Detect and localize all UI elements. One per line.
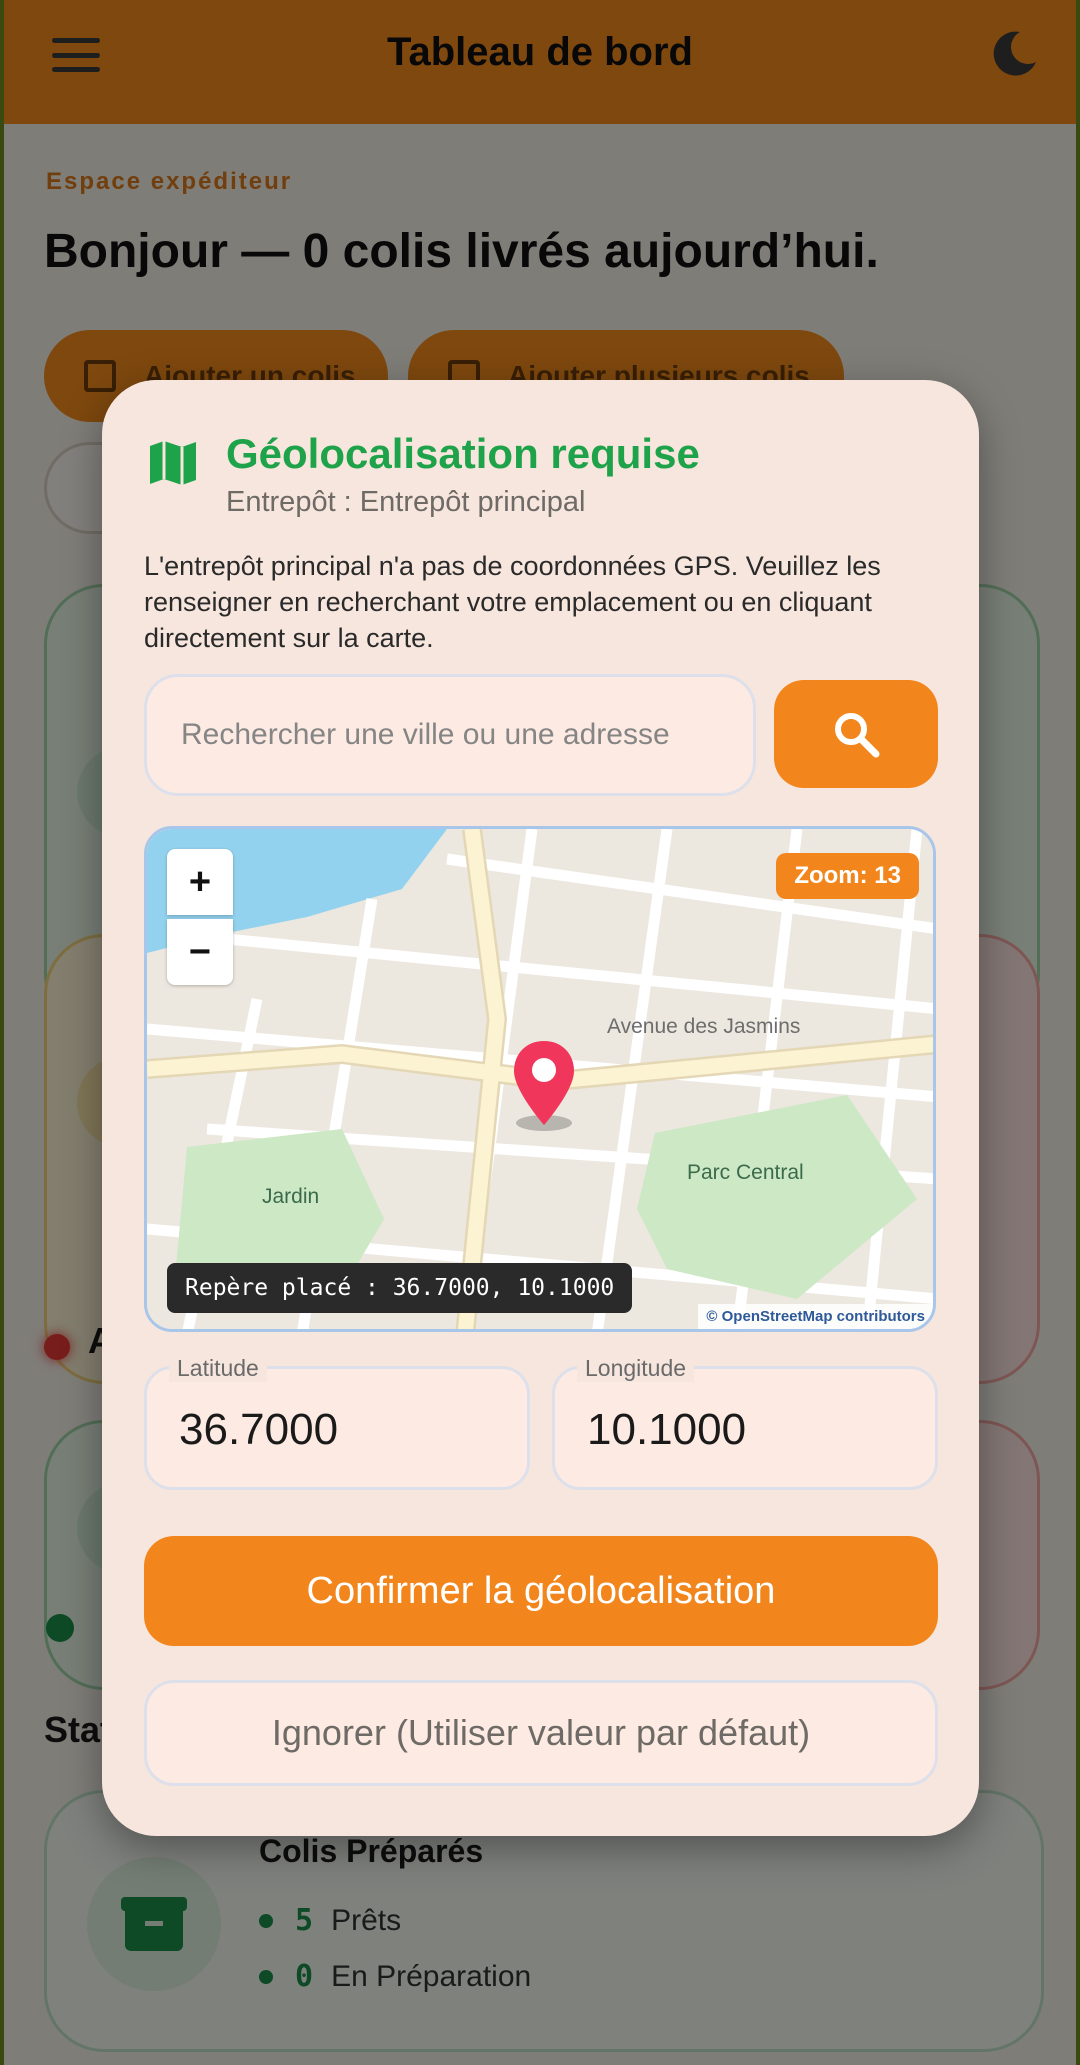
ignore-default-button[interactable]: Ignorer (Utiliser valeur par défaut) [144, 1680, 938, 1786]
street-label: Avenue des Jasmins [607, 1015, 801, 1038]
longitude-field[interactable]: Longitude 10.1000 [552, 1355, 938, 1490]
longitude-value: 10.1000 [587, 1405, 747, 1454]
search-icon [835, 713, 880, 758]
latitude-label: Latitude [169, 1355, 267, 1382]
map-icon [150, 441, 196, 485]
confirm-geolocation-button[interactable]: Confirmer la géolocalisation [144, 1536, 938, 1646]
search-button[interactable] [774, 680, 938, 788]
modal-title: Géolocalisation requise [226, 430, 700, 477]
map-pin-icon[interactable] [508, 1037, 580, 1135]
map-attribution-link[interactable]: © OpenStreetMap contributors [698, 1304, 933, 1329]
marker-placed-tooltip: Repère placé : 36.7000, 10.1000 [167, 1263, 633, 1313]
location-search-input[interactable] [144, 674, 756, 796]
map-view[interactable]: + − Zoom: 13 Avenue des Jasmins Jardin P… [144, 826, 936, 1332]
zoom-level-badge: Zoom: 13 [776, 853, 919, 899]
latitude-value: 36.7000 [179, 1405, 339, 1454]
zoom-out-button[interactable]: − [167, 919, 233, 985]
warehouse-subtitle: Entrepôt : Entrepôt principal [226, 486, 586, 518]
geolocation-modal: Géolocalisation requise Entrepôt : Entre… [102, 380, 979, 1836]
modal-description: L'entrepôt principal n'a pas de coordonn… [144, 551, 881, 653]
park-label-garden: Jardin [262, 1185, 320, 1208]
park-label-central: Parc Central [687, 1161, 804, 1184]
longitude-label: Longitude [577, 1355, 695, 1382]
zoom-in-button[interactable]: + [167, 849, 233, 915]
latitude-field[interactable]: Latitude 36.7000 [144, 1355, 530, 1490]
